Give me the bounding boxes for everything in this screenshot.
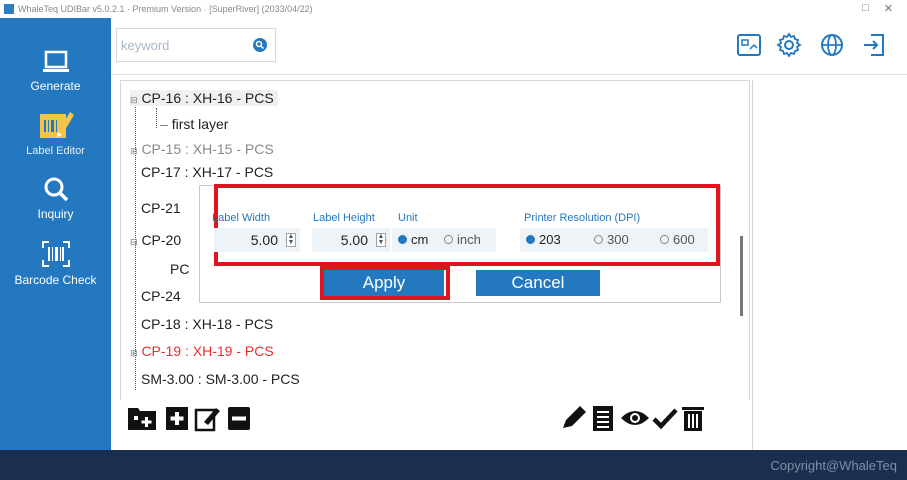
barcode-icon	[41, 241, 70, 267]
sidebar-item-label: Label Editor	[26, 145, 85, 157]
label-editor-icon	[39, 112, 74, 138]
label-height-stepper[interactable]: 5.00 ▲ ▼	[312, 228, 390, 252]
label-height-value: 5.00	[340, 232, 368, 248]
eye-icon[interactable]	[620, 404, 650, 432]
radio-unselected-icon	[594, 235, 603, 245]
label-width-value: 5.00	[250, 232, 278, 248]
tree-node[interactable]: CP-21	[141, 200, 181, 216]
sidebar-item-inquiry[interactable]: Inquiry	[0, 176, 111, 221]
unit-title: Unit	[398, 212, 418, 224]
document-icon[interactable]	[590, 404, 616, 432]
checkmark-icon[interactable]	[652, 404, 678, 432]
dpi-option-300[interactable]: 300	[594, 232, 629, 247]
app-icon	[4, 4, 14, 14]
laptop-icon	[42, 50, 69, 72]
dpi-title: Printer Resolution (DPI)	[524, 212, 641, 224]
search-box	[116, 28, 276, 62]
top-bar	[111, 18, 907, 75]
tree-guide-line	[156, 108, 157, 128]
tree-node[interactable]: SM-3.00 : SM-3.00 - PCS	[141, 371, 300, 387]
sidebar-item-label: Inquiry	[37, 207, 74, 221]
remove-item-icon[interactable]	[226, 404, 252, 432]
stepper-arrows-icon[interactable]: ▲ ▼	[286, 233, 296, 247]
label-height-title: Label Height	[313, 212, 375, 224]
tree-node[interactable]: – first layer	[160, 116, 228, 132]
sidebar-item-label: Generate	[30, 79, 81, 93]
preview-panel	[752, 80, 902, 450]
dpi-option-600[interactable]: 600	[660, 232, 695, 247]
globe-icon[interactable]	[819, 32, 845, 58]
radio-selected-icon	[398, 235, 407, 245]
tree-scrollbar[interactable]	[740, 236, 743, 316]
search-button[interactable]	[253, 38, 267, 52]
unit-option-cm[interactable]: cm	[398, 232, 428, 247]
dpi-radio-group: 203 300 600	[520, 228, 708, 252]
stepper-arrows-icon[interactable]: ▲ ▼	[376, 233, 386, 247]
search-icon	[44, 177, 68, 202]
unit-radio-group: cm inch	[392, 228, 496, 252]
add-folder-icon[interactable]	[126, 404, 158, 432]
pencil-icon[interactable]	[560, 404, 586, 432]
title-bar: WhaleTeq UDIBar v5.0.2.1 · Premium Versi…	[0, 0, 907, 18]
tree-node[interactable]: CP-17 : XH-17 - PCS	[141, 164, 273, 180]
tree-node[interactable]: ⊟ CP-20	[130, 232, 181, 248]
radio-unselected-icon	[444, 235, 453, 245]
apply-button[interactable]: Apply	[324, 270, 444, 296]
sidebar-item-generate[interactable]: Generate	[0, 50, 111, 93]
window-title: WhaleTeq UDIBar v5.0.2.1 · Premium Versi…	[18, 4, 313, 14]
settings-highlight	[214, 184, 720, 266]
footer: Copyright@WhaleTeq	[0, 450, 907, 480]
sidebar-item-barcode-check[interactable]: Barcode Check	[0, 240, 111, 287]
unit-option-inch[interactable]: inch	[444, 232, 481, 247]
close-button[interactable]: ✕	[884, 2, 893, 15]
sidebar-item-label-editor[interactable]: Label Editor	[0, 108, 111, 157]
cancel-button[interactable]: Cancel	[476, 270, 600, 296]
minimize-button[interactable]: □	[862, 2, 869, 14]
sidebar: Generate Label Editor Inquiry Barcode Ch…	[0, 18, 111, 450]
label-width-stepper[interactable]: 5.00 ▲ ▼	[214, 228, 300, 252]
label-width-title: Label Width	[212, 212, 271, 224]
radio-selected-icon	[526, 235, 535, 245]
add-item-icon[interactable]	[164, 404, 190, 432]
edit-icon[interactable]	[194, 404, 220, 432]
tree-node[interactable]: ⊟ CP-16 : XH-16 - PCS	[130, 90, 278, 106]
tree-toolbar	[120, 400, 750, 440]
logout-icon[interactable]	[861, 32, 887, 58]
tree-node[interactable]: ⊞ CP-15 : XH-15 - PCS	[130, 141, 274, 157]
search-input[interactable]	[121, 35, 241, 55]
label-template-icon[interactable]	[736, 32, 762, 58]
tree-node[interactable]: ⊞ CP-19 : XH-19 - PCS	[130, 343, 274, 359]
search-icon	[255, 40, 265, 50]
tree-node[interactable]: PC	[170, 261, 189, 277]
radio-unselected-icon	[660, 235, 669, 245]
dpi-option-203[interactable]: 203	[526, 232, 561, 247]
trash-icon[interactable]	[680, 404, 706, 432]
sidebar-item-label: Barcode Check	[14, 273, 97, 287]
tree-node[interactable]: CP-24	[141, 288, 181, 304]
gear-icon[interactable]	[776, 32, 802, 58]
label-size-dialog: Label Width 5.00 ▲ ▼ Label Height 5.00 ▲ ▼…	[199, 184, 721, 303]
copyright-text: Copyright@WhaleTeq	[770, 458, 897, 473]
tree-node[interactable]: CP-18 : XH-18 - PCS	[141, 316, 273, 332]
